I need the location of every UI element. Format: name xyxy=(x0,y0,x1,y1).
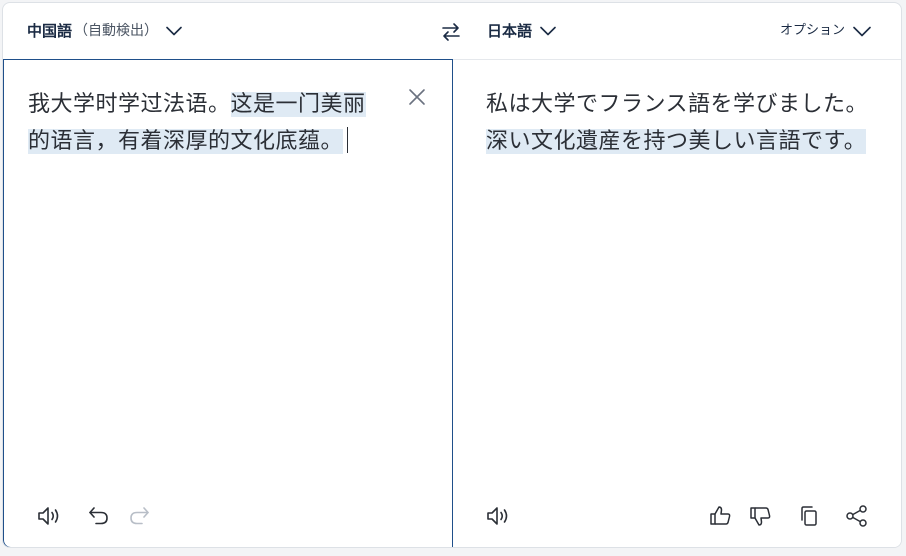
translator-app: 中国語 （自動検出） 日本語 オプション 我大学时学过法语。这是一门美丽的语言，… xyxy=(2,2,902,548)
speaker-icon xyxy=(485,503,511,529)
text-cursor xyxy=(347,127,349,153)
redo-button[interactable] xyxy=(126,503,152,529)
chevron-down-icon xyxy=(166,26,182,36)
clear-text-button[interactable] xyxy=(406,86,428,108)
options-menu-button[interactable]: オプション xyxy=(780,20,871,42)
source-text-plain: 我大学时学过法语。 xyxy=(28,92,231,117)
redo-icon xyxy=(126,503,152,529)
copy-button[interactable] xyxy=(797,503,823,529)
source-text-area[interactable]: 我大学时学过法语。这是一门美丽的语言，有着深厚的文化底蕴。 xyxy=(3,59,453,547)
source-language-selector[interactable]: 中国語 （自動検出） xyxy=(27,20,182,42)
target-language-selector[interactable]: 日本語 xyxy=(487,20,556,42)
language-bar: 中国語 （自動検出） 日本語 オプション xyxy=(3,3,901,60)
translated-text-plain: 私は大学でフランス語を学びました。 xyxy=(486,92,869,117)
auto-detect-label: （自動検出） xyxy=(74,23,159,39)
swap-languages-button[interactable] xyxy=(439,20,463,44)
thumbs-up-icon xyxy=(708,503,734,529)
chevron-down-icon xyxy=(853,26,871,37)
translated-text: 私は大学でフランス語を学びました。深い文化遺産を持つ美しい言語です。 xyxy=(486,86,881,160)
share-button[interactable] xyxy=(844,503,870,529)
swap-arrows-icon xyxy=(439,20,463,44)
undo-button[interactable] xyxy=(86,503,112,529)
share-icon xyxy=(844,503,870,529)
source-language-label: 中国語 xyxy=(27,22,73,40)
translation-result-area: 私は大学でフランス語を学びました。深い文化遺産を持つ美しい言語です。 xyxy=(453,60,901,547)
translated-text-highlighted: 深い文化遺産を持つ美しい言語です。 xyxy=(486,129,867,154)
source-text[interactable]: 我大学时学过法语。这是一门美丽的语言，有着深厚的文化底蕴。 xyxy=(28,86,373,160)
thumbs-up-button[interactable] xyxy=(708,503,734,529)
thumbs-down-icon xyxy=(748,503,774,529)
chevron-down-icon xyxy=(540,26,556,36)
options-label: オプション xyxy=(779,23,845,38)
listen-source-button[interactable] xyxy=(36,503,62,529)
undo-icon xyxy=(86,503,112,529)
thumbs-down-button[interactable] xyxy=(748,503,774,529)
listen-translation-button[interactable] xyxy=(485,503,511,529)
speaker-icon xyxy=(36,503,62,529)
close-icon xyxy=(406,86,428,108)
copy-icon xyxy=(797,503,823,529)
target-language-label: 日本語 xyxy=(487,22,533,40)
